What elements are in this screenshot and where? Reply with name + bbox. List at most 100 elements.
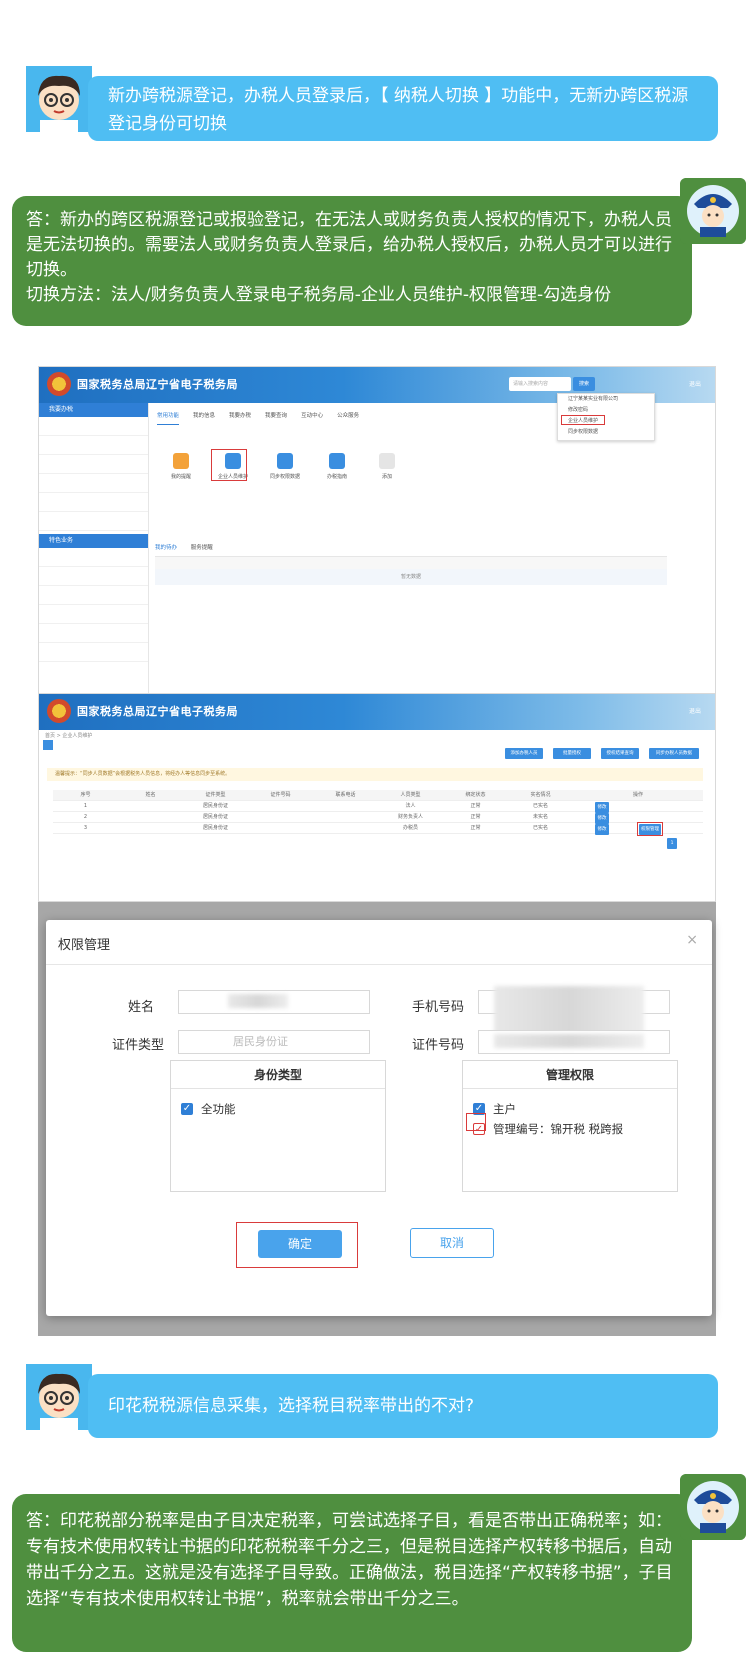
sidebar-item[interactable] — [39, 548, 148, 567]
table-cell: 居民身份证 — [202, 814, 228, 820]
tax-emblem-icon — [47, 699, 71, 723]
column-header: 绑定状态 — [465, 792, 486, 798]
tile-guide[interactable]: 办税指南 — [317, 453, 357, 480]
table-cell: 正常 — [470, 803, 481, 809]
tile-label: 添加 — [381, 474, 392, 480]
table-cell: 1 — [83, 803, 88, 809]
table-cell: 法人 — [405, 803, 416, 809]
tile-sync-permission[interactable]: 同步权限数据 — [265, 453, 305, 480]
blurred-cell — [248, 801, 313, 811]
tile-add[interactable]: 添加 — [367, 453, 407, 480]
tile-reminder[interactable]: 我的提醒 — [161, 453, 201, 480]
answer-bubble-1: 答：新办的跨区税源登记或报验登记，在无法人或财务负责人授权的情况下，办税人员是无… — [12, 196, 692, 326]
tab-service-reminder[interactable]: 服务提醒 — [191, 545, 213, 551]
blurred-cell — [313, 823, 378, 833]
tax-officer-avatar-icon — [680, 1474, 746, 1540]
column-header: 序号 — [80, 792, 91, 798]
site-title: 国家税务总局辽宁省电子税务局 — [77, 705, 238, 718]
row-action-button[interactable]: 修改 — [595, 802, 609, 813]
search-button[interactable]: 搜索 — [573, 377, 595, 391]
sidebar-item[interactable] — [39, 474, 148, 493]
tax-officer-avatar-icon — [680, 178, 746, 244]
answer-method-text: 切换方法：法人/财务负责人登录电子税务局-企业人员维护-权限管理-勾选身份 — [26, 285, 612, 305]
highlight-box — [637, 822, 663, 836]
column-header: 姓名 — [145, 792, 156, 798]
idtype-label: 证件类型 — [111, 1038, 164, 1053]
sidebar: 我要办税 特色业务 — [39, 403, 149, 693]
sync-staff-button[interactable]: 同步办税人员数据 — [649, 748, 699, 759]
page-1-button[interactable]: 1 — [667, 838, 677, 849]
dropdown-sync-permission[interactable]: 同步权限数据 — [558, 427, 654, 438]
sidebar-item[interactable] — [39, 417, 148, 436]
identity-type-group: 身份类型 ✓ 全功能 — [170, 1060, 386, 1192]
row-action-button[interactable]: 修改 — [595, 813, 609, 824]
user-avatar-icon — [26, 1364, 92, 1430]
tab-tax[interactable]: 我要办税 — [229, 411, 251, 425]
table-cell: 办税员 — [402, 825, 418, 831]
logout-link[interactable]: 退出 — [689, 706, 701, 715]
sidebar-item[interactable] — [39, 643, 148, 662]
question-bubble-1: 新办跨税源登记，办税人员登录后，【 纳税人切换 】功能中，无新办跨区税源登记身份… — [88, 76, 718, 141]
table-cell: 3 — [83, 825, 88, 831]
column-header: 实名情况 — [530, 792, 551, 798]
breadcrumb: 首页 > 企业人员维护 — [45, 733, 93, 739]
confirm-button[interactable]: 确定 — [258, 1230, 342, 1258]
home-tabs: 常用功能 我的信息 我要办税 我要查询 互动中心 公众服务 — [157, 411, 359, 425]
sync-icon — [277, 453, 293, 469]
sidebar-item[interactable] — [39, 605, 148, 624]
identity-option-label: 全功能 — [201, 1102, 236, 1116]
blurred-cell — [313, 812, 378, 822]
idtype-value: 居民身份证 — [233, 1035, 288, 1048]
sidebar-item[interactable] — [39, 455, 148, 474]
tab-public[interactable]: 公众服务 — [337, 411, 359, 425]
logout-link[interactable]: 退出 — [689, 379, 701, 388]
add-icon — [379, 453, 395, 469]
modal-title: 权限管理 — [58, 938, 111, 953]
search-input[interactable]: 请输入搜索内容 — [509, 377, 571, 391]
question-bubble-2: 印花税税源信息采集，选择税目税率带出的不对? — [88, 1374, 718, 1438]
sidebar-section-tax[interactable]: 我要办税 — [39, 403, 148, 417]
todo-column-headers — [155, 557, 667, 569]
highlight-box — [211, 449, 247, 481]
todo-empty-text: 暂无数据 — [155, 569, 667, 585]
cancel-button[interactable]: 取消 — [410, 1228, 494, 1258]
question-text-1: 新办跨税源登记，办税人员登录后，【 纳税人切换 】功能中，无新办跨区税源登记身份… — [108, 86, 689, 134]
add-staff-button[interactable]: 添加办税人员 — [505, 748, 543, 759]
table-cell: 未实名 — [532, 814, 548, 820]
blurred-cell — [118, 801, 183, 811]
tab-todo[interactable]: 我的待办 — [155, 545, 177, 551]
sidebar-item[interactable] — [39, 512, 148, 531]
sidebar-item[interactable] — [39, 493, 148, 512]
sidebar-item[interactable] — [39, 586, 148, 605]
sidebar-section-special[interactable]: 特色业务 — [39, 534, 148, 548]
highlight-box — [561, 415, 605, 425]
row-action-button[interactable]: 修改 — [595, 824, 609, 835]
main-account-label: 主户 — [493, 1102, 516, 1116]
authorize-result-button[interactable]: 授权结果查询 — [601, 748, 639, 759]
close-icon[interactable]: × — [686, 932, 698, 948]
table-header: 序号 姓名 证件类型 证件号码 联系电话 人员类型 绑定状态 实名情况 操作 — [53, 790, 703, 801]
tab-common[interactable]: 常用功能 — [157, 411, 180, 425]
phone-label: 手机号码 — [411, 1000, 464, 1015]
sidebar-item[interactable] — [39, 567, 148, 586]
management-no-checkbox[interactable]: ✓ 管理编号：锦开税 税跨报 — [473, 1121, 623, 1137]
blurred-cell — [118, 812, 183, 822]
answer-bubble-2: 答：印花税部分税率是由子目决定税率，可尝试选择子目，看是否带出正确税率；如：专有… — [12, 1494, 692, 1652]
site-banner: 国家税务总局辽宁省电子税务局 退出 — [39, 694, 715, 730]
blurred-cell — [118, 823, 183, 833]
identity-type-header: 身份类型 — [171, 1061, 385, 1089]
blurred-name — [228, 994, 288, 1008]
modal-divider — [46, 964, 712, 965]
batch-authorize-button[interactable]: 批量授权 — [553, 748, 591, 759]
column-header: 联系电话 — [335, 792, 356, 798]
tile-label: 办税指南 — [326, 474, 347, 480]
tab-my-info[interactable]: 我的信息 — [193, 411, 215, 425]
dropdown-company[interactable]: 辽宁某某实业有限公司 — [558, 394, 654, 405]
sidebar-item[interactable] — [39, 624, 148, 643]
identity-fullfunction-checkbox[interactable]: ✓ 全功能 — [181, 1101, 236, 1117]
tab-interact[interactable]: 互动中心 — [301, 411, 323, 425]
menu-toggle-icon[interactable] — [43, 740, 53, 750]
idtype-field[interactable]: 居民身份证 — [178, 1030, 370, 1054]
tab-query[interactable]: 我要查询 — [265, 411, 287, 425]
sidebar-item[interactable] — [39, 436, 148, 455]
